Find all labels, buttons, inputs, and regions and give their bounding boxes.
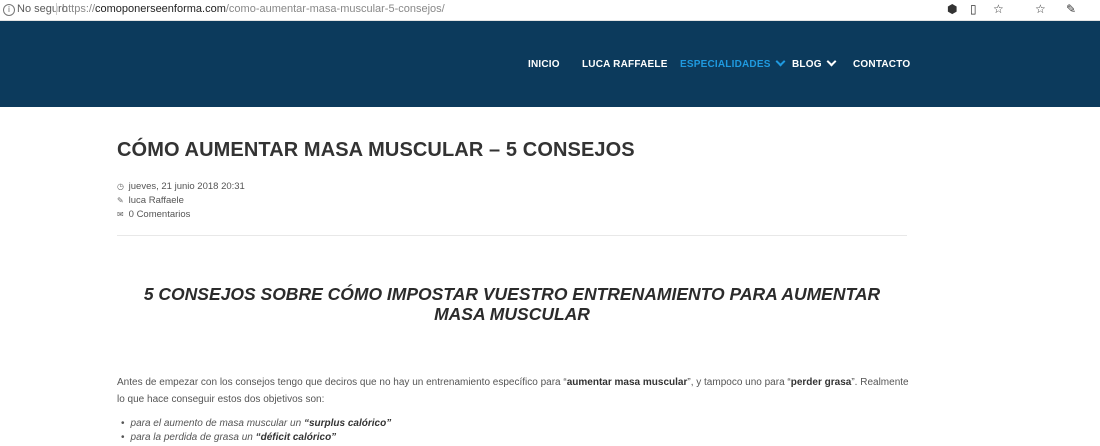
extension-icon[interactable]: ⬢	[947, 2, 957, 16]
nav-item-contacto[interactable]: CONTACTO	[853, 59, 910, 70]
nav-item-blog[interactable]: BLOG	[792, 56, 837, 70]
security-status: No seguro	[17, 3, 68, 15]
nav-item-label: BLOG	[792, 59, 822, 70]
favorite-star-icon[interactable]: ☆	[993, 2, 1004, 16]
post-date: ◷ jueves, 21 junio 2018 20:31	[117, 181, 245, 192]
intro-bold: aumentar masa muscular	[566, 377, 688, 388]
list-item-text: para la perdida de grasa un	[130, 432, 256, 443]
info-icon[interactable]: i	[3, 4, 15, 16]
pencil-icon: ✎	[117, 196, 124, 205]
url-prefix: https://	[62, 3, 96, 15]
intro-paragraph: Antes de empezar con los consejos tengo …	[117, 374, 912, 408]
post-comments-text[interactable]: 0 Comentarios	[129, 209, 191, 220]
site-header: INICIO LUCA RAFFAELE ESPECIALIDADES BLOG…	[0, 21, 1100, 107]
list-item-text: para el aumento de masa muscular un	[130, 418, 304, 429]
intro-text: ”, y tampoco uno para “	[687, 377, 791, 388]
post-comments[interactable]: ✉ 0 Comentarios	[117, 209, 190, 220]
page-title: CÓMO AUMENTAR MASA MUSCULAR – 5 CONSEJOS	[117, 139, 635, 161]
chevron-down-icon	[826, 56, 837, 67]
article-subtitle: 5 CONSEJOS SOBRE CÓMO IMPOSTAR VUESTRO E…	[143, 284, 881, 324]
divider	[56, 3, 57, 15]
nav-item-especialidades[interactable]: ESPECIALIDADES	[680, 56, 786, 70]
bullet-icon: •	[121, 418, 125, 429]
url-path: /como-aumentar-masa-muscular-5-consejos/	[225, 3, 445, 15]
chevron-down-icon	[775, 56, 786, 67]
favorites-list-icon[interactable]: ☆	[1035, 2, 1046, 16]
bullet-icon: •	[121, 432, 125, 443]
list-item: • para el aumento de masa muscular un “su…	[121, 417, 391, 431]
url-host: comoponerseenforma.com	[95, 3, 226, 15]
divider	[117, 235, 907, 236]
nav-item-inicio[interactable]: INICIO	[528, 59, 560, 70]
pen-icon[interactable]: ✎	[1066, 2, 1076, 16]
intro-text: Antes de empezar con los consejos tengo …	[117, 377, 567, 388]
intro-bold: perder grasa	[790, 377, 852, 388]
list-item: • para la perdida de grasa un “déficit ca…	[121, 431, 391, 445]
clock-icon: ◷	[117, 182, 124, 191]
reading-view-icon[interactable]: ▯	[970, 2, 977, 16]
nav-item-label: ESPECIALIDADES	[680, 59, 771, 70]
list-item-bold: “déficit calórico”	[255, 432, 337, 443]
url-field[interactable]: https://comoponerseenforma.com/como-aume…	[62, 3, 445, 15]
browser-address-bar[interactable]: i No seguro https://comoponerseenforma.c…	[0, 0, 1100, 21]
post-date-text: jueves, 21 junio 2018 20:31	[128, 181, 245, 192]
comments-icon: ✉	[117, 210, 124, 219]
objectives-list: • para el aumento de masa muscular un “su…	[121, 417, 391, 445]
post-author[interactable]: ✎ luca Raffaele	[117, 195, 184, 206]
main-nav: INICIO LUCA RAFFAELE ESPECIALIDADES BLOG…	[0, 56, 1100, 75]
post-author-text[interactable]: luca Raffaele	[129, 195, 184, 206]
list-item-bold: “surplus calórico”	[303, 418, 392, 429]
nav-item-luca-raffaele[interactable]: LUCA RAFFAELE	[582, 59, 668, 70]
